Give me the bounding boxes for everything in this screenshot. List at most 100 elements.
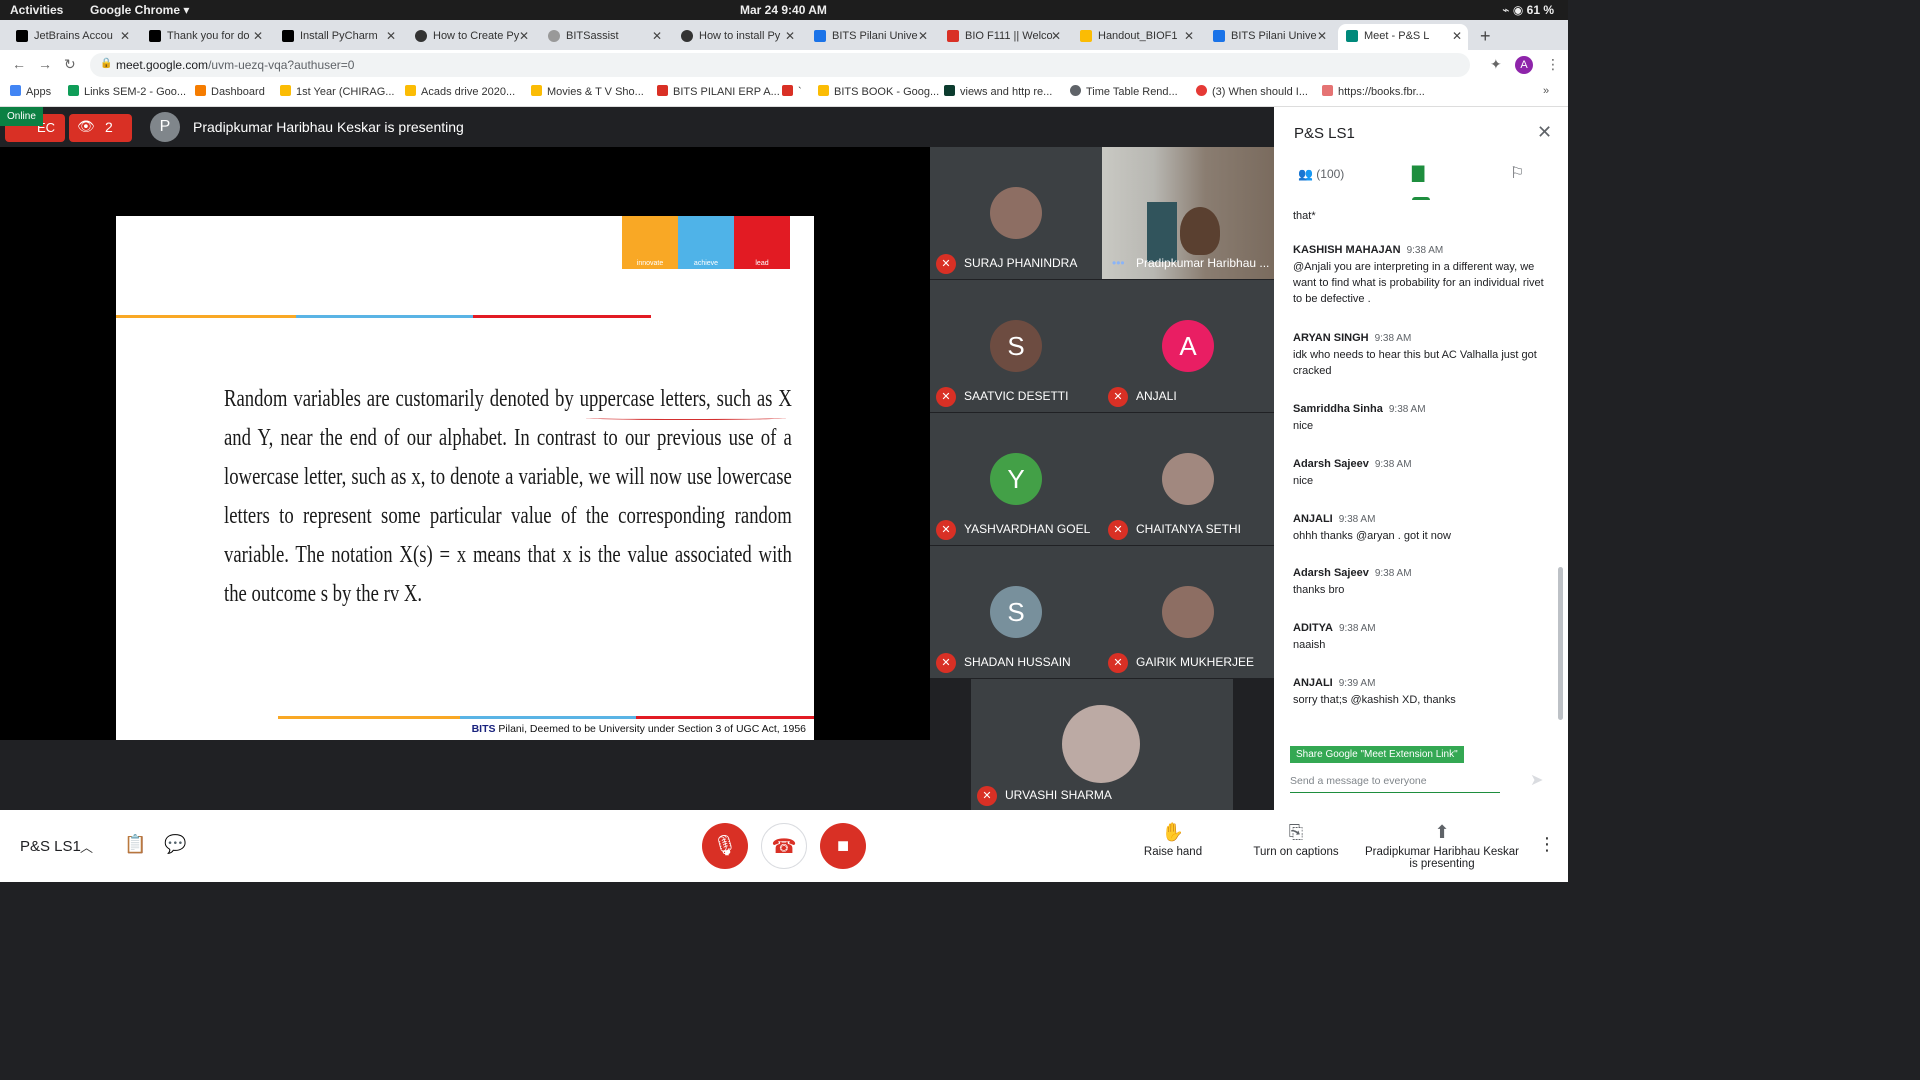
close-tab-icon[interactable]: ✕ bbox=[918, 29, 928, 43]
attendance-icon[interactable]: 📋 bbox=[124, 834, 146, 855]
bookmark[interactable]: Acads drive 2020... bbox=[405, 85, 515, 98]
meet-icon bbox=[1346, 30, 1358, 42]
close-tab-icon[interactable]: ✕ bbox=[519, 29, 529, 43]
participant-tile[interactable]: Y ✕ YASHVARDHAN GOEL bbox=[930, 413, 1102, 545]
slide: innovate achieve lead Random variables a… bbox=[116, 216, 814, 740]
more-options-icon[interactable]: ⋮ bbox=[1538, 834, 1556, 855]
send-icon[interactable]: ➤ bbox=[1530, 770, 1543, 790]
new-tab-button[interactable]: + bbox=[1480, 26, 1491, 47]
url-path: /uvm-uezq-vqa?authuser=0 bbox=[208, 58, 355, 72]
bookmark[interactable]: BITS BOOK - Goog... bbox=[818, 85, 939, 98]
mic-off-icon: ✕ bbox=[1108, 653, 1128, 673]
browser-tab-active[interactable]: Meet - P&S L ✕ bbox=[1338, 24, 1468, 50]
more-bookmarks-icon[interactable]: » bbox=[1543, 85, 1549, 97]
participant-tile-video[interactable]: ••• Pradipkumar Haribhau ... bbox=[1102, 147, 1274, 279]
raise-hand-button[interactable]: ✋ Raise hand bbox=[1138, 822, 1208, 858]
chat-extension-icon[interactable]: 💬 bbox=[164, 834, 186, 855]
tab-chat[interactable]: ▇ bbox=[1412, 163, 1424, 183]
browser-tab[interactable]: BITS Pilani Unive ✕ bbox=[1205, 24, 1333, 50]
book-icon bbox=[1322, 85, 1333, 96]
captions-button[interactable]: ⎘ Turn on captions bbox=[1250, 822, 1342, 858]
participant-tile[interactable]: S ✕ SHADAN HUSSAIN bbox=[930, 546, 1102, 678]
presentation-stage: innovate achieve lead Random variables a… bbox=[0, 147, 930, 740]
viewer-count-badge[interactable]: 👁 2 bbox=[69, 114, 132, 142]
close-tab-icon[interactable]: ✕ bbox=[386, 29, 396, 43]
mic-off-icon: ✕ bbox=[1108, 387, 1128, 407]
chat-input[interactable]: Send a message to everyone bbox=[1290, 775, 1500, 793]
browser-tab[interactable]: How to Create Py ✕ bbox=[407, 24, 535, 50]
profile-avatar[interactable]: A bbox=[1515, 56, 1533, 74]
battery-percent: 61 % bbox=[1526, 3, 1554, 17]
close-tab-icon[interactable]: ✕ bbox=[120, 29, 130, 43]
presenting-button[interactable]: ⬆ Pradipkumar Haribhau Keskar is presentin… bbox=[1362, 822, 1522, 870]
divider bbox=[460, 716, 636, 719]
bookmark[interactable]: views and http re... bbox=[944, 85, 1052, 98]
chevron-up-icon[interactable]: ︿ bbox=[80, 837, 93, 856]
bookmark[interactable]: Time Table Rend... bbox=[1070, 85, 1178, 98]
browser-tab[interactable]: Thank you for do ✕ bbox=[141, 24, 269, 50]
participant-tile[interactable]: ✕ GAIRIK MUKHERJEE bbox=[1102, 546, 1274, 678]
bookmark[interactable]: 1st Year (CHIRAG... bbox=[280, 85, 394, 98]
chat-icon: ▇ bbox=[1412, 165, 1425, 182]
participant-tile[interactable]: ✕ CHAITANYA SETHI bbox=[1102, 413, 1274, 545]
browser-tab[interactable]: BITS Pilani Unive ✕ bbox=[806, 24, 934, 50]
tab-favicon-icon bbox=[415, 30, 427, 42]
close-tab-icon[interactable]: ✕ bbox=[785, 29, 795, 43]
close-tab-icon[interactable]: ✕ bbox=[1184, 29, 1194, 43]
participant-tile[interactable]: A ✕ ANJALI bbox=[1102, 280, 1274, 412]
participant-tile[interactable]: ✕ SURAJ PHANINDRA bbox=[930, 147, 1102, 279]
browser-tab[interactable]: BITSassist ✕ bbox=[540, 24, 668, 50]
mic-off-icon: ✕ bbox=[977, 786, 997, 806]
camera-toggle-button[interactable]: ■ bbox=[820, 823, 866, 869]
leave-call-button[interactable]: ☎ bbox=[761, 823, 807, 869]
chat-scrollbar[interactable] bbox=[1558, 567, 1563, 720]
browser-tab[interactable]: BIO F111 || Welco ✕ bbox=[939, 24, 1067, 50]
bookmark[interactable]: Links SEM-2 - Goo... bbox=[68, 85, 186, 98]
bookmarks-bar: Apps Links SEM-2 - Goo... Dashboard 1st … bbox=[0, 80, 1568, 107]
chat-message: ANJALI 9:39 AM sorry that;s @kashish XD, t… bbox=[1293, 677, 1456, 706]
bookmark[interactable]: ` bbox=[782, 85, 802, 98]
drive-icon bbox=[1080, 30, 1092, 42]
mic-toggle-button[interactable]: 🎙 bbox=[702, 823, 748, 869]
forward-icon[interactable]: → bbox=[38, 56, 52, 72]
tab-activities[interactable]: ⚐ bbox=[1510, 163, 1524, 183]
meeting-details-button[interactable]: P&S LS1 bbox=[20, 838, 81, 855]
close-tab-icon[interactable]: ✕ bbox=[1452, 29, 1462, 43]
browser-tab[interactable]: Install PyCharm ✕ bbox=[274, 24, 402, 50]
menu-icon[interactable]: ⋮ bbox=[1546, 56, 1560, 73]
back-icon[interactable]: ← bbox=[12, 56, 26, 72]
bookmark[interactable]: Dashboard bbox=[195, 85, 265, 98]
close-tab-icon[interactable]: ✕ bbox=[1317, 29, 1327, 43]
close-tab-icon[interactable]: ✕ bbox=[652, 29, 662, 43]
mic-off-icon: ✕ bbox=[936, 653, 956, 673]
tab-people[interactable]: 👥 (100) bbox=[1298, 167, 1344, 181]
django-icon bbox=[944, 85, 955, 96]
bookmark[interactable]: BITS PILANI ERP A... bbox=[657, 85, 780, 98]
bookmark[interactable]: https://books.fbr... bbox=[1322, 85, 1425, 98]
bookmark[interactable]: Apps bbox=[10, 85, 51, 98]
bookmark[interactable]: Movies & T V Sho... bbox=[531, 85, 644, 98]
close-tab-icon[interactable]: ✕ bbox=[253, 29, 263, 43]
close-icon[interactable]: ✕ bbox=[1537, 122, 1552, 143]
system-tray[interactable]: ⌁ ◉ 61 % bbox=[1502, 3, 1554, 17]
clock[interactable]: Mar 24 9:40 AM bbox=[740, 3, 827, 17]
browser-tab[interactable]: Handout_BIOF1 ✕ bbox=[1072, 24, 1200, 50]
browser-tab[interactable]: How to install Py ✕ bbox=[673, 24, 801, 50]
browser-toolbar: ← → ↻ 🔒 meet.google.com/uvm-uezq-vqa?aut… bbox=[0, 50, 1568, 80]
participant-tile[interactable]: ✕ URVASHI SHARMA bbox=[971, 679, 1233, 810]
chat-message: ANJALI 9:38 AM ohhh thanks @aryan . got it… bbox=[1293, 513, 1451, 542]
avatar bbox=[990, 187, 1042, 239]
reload-icon[interactable]: ↻ bbox=[64, 56, 76, 73]
globe-icon bbox=[1070, 85, 1081, 96]
app-menu[interactable]: Google Chrome ▾ bbox=[90, 3, 189, 17]
reddit-icon bbox=[1196, 85, 1207, 96]
participant-tile[interactable]: S ✕ SAATVIC DESETTI bbox=[930, 280, 1102, 412]
share-extension-button[interactable]: Share Google "Meet Extension Link" bbox=[1290, 746, 1464, 763]
bookmark[interactable]: (3) When should I... bbox=[1196, 85, 1308, 98]
address-bar[interactable]: 🔒 meet.google.com/uvm-uezq-vqa?authuser=… bbox=[90, 53, 1470, 77]
browser-tab[interactable]: JetBrains Accou ✕ bbox=[8, 24, 136, 50]
video-feed bbox=[1180, 207, 1220, 255]
extensions-icon[interactable]: ✦ bbox=[1490, 56, 1502, 73]
close-tab-icon[interactable]: ✕ bbox=[1051, 29, 1061, 43]
activities-button[interactable]: Activities bbox=[10, 3, 63, 17]
